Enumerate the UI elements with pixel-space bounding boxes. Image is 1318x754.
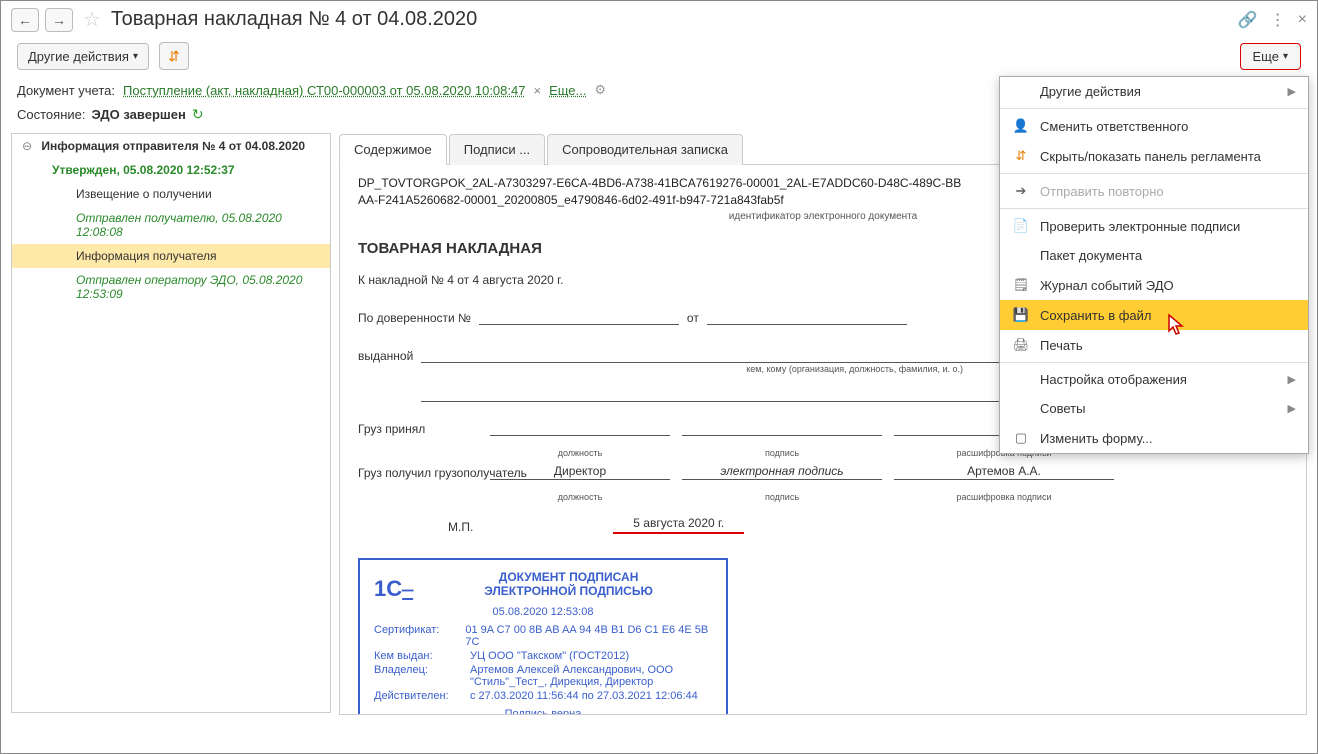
menu-change-form[interactable]: ▢ Изменить форму...: [1000, 423, 1308, 453]
close-icon[interactable]: ×: [1298, 11, 1307, 29]
state-label: Состояние:: [17, 107, 85, 122]
name-value: Артемов А.А.: [894, 464, 1114, 480]
menu-log[interactable]: 🗒 Журнал событий ЭДО: [1000, 270, 1308, 300]
star-icon[interactable]: ☆: [83, 7, 101, 32]
doc-account-link[interactable]: Поступление (акт, накладная) СТ00-000003…: [123, 83, 525, 98]
proxy-label: По доверенности №: [358, 311, 471, 325]
hierarchy-icon: ⇵: [1012, 148, 1030, 164]
tree-sent-recipient[interactable]: Отправлен получателю, 05.08.2020 12:08:0…: [12, 206, 330, 244]
signature-value: электронная подпись: [682, 464, 882, 480]
tree-sent-operator[interactable]: Отправлен оператору ЭДО, 05.08.2020 12:5…: [12, 268, 330, 306]
kebab-icon[interactable]: ⋮: [1270, 10, 1286, 30]
check-sig-icon: 📄: [1012, 218, 1030, 234]
tree-panel: Информация отправителя № 4 от 04.08.2020…: [11, 133, 331, 713]
log-icon: 🗒: [1012, 277, 1030, 293]
proxy-date-field: [707, 309, 907, 325]
chevron-down-icon: ▾: [133, 51, 138, 62]
arrow-right-icon: ➔: [1012, 183, 1030, 199]
window-title: Товарная накладная № 4 от 04.08.2020: [111, 8, 477, 31]
tab-signatures[interactable]: Подписи ...: [449, 134, 545, 165]
mp-date: 5 августа 2020 г.: [613, 516, 744, 534]
menu-save-file[interactable]: 💾 Сохранить в файл: [1000, 300, 1308, 330]
cargo-received-label: Груз получил грузополучатель: [358, 466, 478, 480]
chevron-right-icon: ▶: [1288, 402, 1296, 415]
signature-stamp: 1C⎯ ДОКУМЕНТ ПОДПИСАН ЭЛЕКТРОННОЙ ПОДПИС…: [358, 558, 728, 715]
other-actions-button[interactable]: Другие действия ▾: [17, 43, 149, 70]
print-icon: 🖨: [1012, 337, 1030, 353]
hierarchy-icon: ⇵: [168, 48, 180, 65]
back-button[interactable]: ←: [11, 8, 39, 32]
cargo-accepted-label: Груз принял: [358, 422, 478, 436]
menu-change-responsible[interactable]: 👤 Сменить ответственного: [1000, 111, 1308, 141]
more-docs-link[interactable]: Еще...: [549, 83, 586, 98]
menu-tips[interactable]: Советы ▶: [1000, 394, 1308, 423]
menu-print[interactable]: 🖨 Печать: [1000, 330, 1308, 360]
doc-account-label: Документ учета:: [17, 83, 115, 98]
tab-cover-note[interactable]: Сопроводительная записка: [547, 134, 743, 165]
menu-other-actions[interactable]: Другие действия ▶: [1000, 77, 1308, 106]
menu-resend: ➔ Отправить повторно: [1000, 176, 1308, 206]
issued-label: выданной: [358, 349, 413, 363]
menu-package[interactable]: Пакет документа: [1000, 241, 1308, 270]
position-value: Директор: [490, 464, 670, 480]
more-button[interactable]: Еще ▾: [1240, 43, 1301, 70]
form-icon: ▢: [1012, 430, 1030, 446]
chevron-right-icon: ▶: [1288, 85, 1296, 98]
proxy-number-field: [479, 309, 679, 325]
chevron-down-icon: ▾: [1283, 51, 1288, 62]
menu-toggle-panel[interactable]: ⇵ Скрыть/показать панель регламента: [1000, 141, 1308, 171]
tree-notice[interactable]: Извещение о получении: [12, 182, 330, 206]
forward-button[interactable]: →: [45, 8, 73, 32]
tab-content[interactable]: Содержимое: [339, 134, 447, 165]
save-icon: 💾: [1012, 307, 1030, 323]
refresh-icon[interactable]: ↻: [192, 106, 204, 123]
stamp-logo: 1C⎯: [374, 576, 413, 602]
mp-label: М.П.: [448, 520, 473, 534]
tree-root[interactable]: Информация отправителя № 4 от 04.08.2020: [12, 134, 330, 158]
from-label: от: [687, 311, 699, 325]
link-icon[interactable]: 🔗: [1238, 10, 1258, 30]
gear-icon[interactable]: ⚙: [594, 82, 606, 98]
more-menu: Другие действия ▶ 👤 Сменить ответственно…: [999, 76, 1309, 454]
menu-check-signatures[interactable]: 📄 Проверить электронные подписи: [1000, 211, 1308, 241]
tree-panel-button[interactable]: ⇵: [159, 42, 189, 70]
remove-link-icon[interactable]: ×: [533, 83, 541, 98]
chevron-right-icon: ▶: [1288, 373, 1296, 386]
user-swap-icon: 👤: [1012, 118, 1030, 134]
tree-recipient-info[interactable]: Информация получателя: [12, 244, 330, 268]
tree-approved[interactable]: Утвержден, 05.08.2020 12:52:37: [12, 158, 330, 182]
menu-display-settings[interactable]: Настройка отображения ▶: [1000, 365, 1308, 394]
state-value: ЭДО завершен: [91, 107, 185, 122]
